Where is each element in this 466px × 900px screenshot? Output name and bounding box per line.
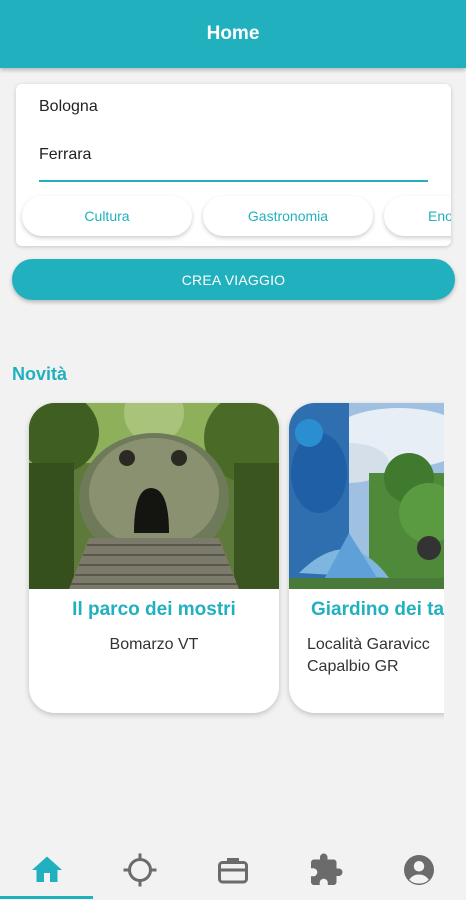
chip-cultura[interactable]: Cultura [22,196,192,236]
origin-field[interactable]: Bologna [39,98,428,122]
destination-value: Ferrara [39,146,92,163]
create-trip-button[interactable]: CREA VIAGGIO [12,259,455,300]
nav-profile[interactable] [372,840,465,900]
nav-home[interactable] [0,840,93,900]
place-location: Bomarzo VT [29,634,279,656]
nav-locate[interactable] [93,840,186,900]
category-chips: Cultura Gastronomia Eno [22,196,451,238]
destination-field[interactable]: Ferrara [39,146,428,182]
place-card[interactable]: Giardino dei ta Località Garavicc Capalb… [289,403,444,713]
place-location-line: Bomarzo VT [109,636,199,653]
place-image [289,403,444,589]
place-location-line: Località Garavicc [307,636,430,653]
search-card: Bologna Ferrara Cultura Gastronomia Eno [16,84,451,246]
briefcase-icon [217,858,248,884]
news-carousel[interactable]: Il parco dei mostri Bomarzo VT Giardino … [0,400,444,720]
nav-trips[interactable] [186,840,279,900]
home-icon [31,856,62,882]
place-location-line: Capalbio GR [307,658,399,675]
page-title: Home [206,23,260,44]
place-image [29,403,279,589]
gps-icon [123,853,156,887]
place-name: Giardino dei ta [311,599,444,620]
app-bar: Home [0,0,466,68]
place-name: Il parco dei mostri [72,599,236,620]
section-title: Novità [12,364,68,384]
place-location: Località Garavicc Capalbio GR [289,634,444,678]
origin-value: Bologna [39,98,98,115]
nav-extras[interactable] [279,840,372,900]
account-icon [403,855,434,885]
chip-label: Eno [428,208,451,224]
puzzle-icon [310,853,342,885]
chip-eno[interactable]: Eno [384,196,451,236]
chip-gastronomia[interactable]: Gastronomia [203,196,373,236]
bottom-navigation [0,840,466,900]
chip-label: Gastronomia [247,208,329,224]
place-card[interactable]: Il parco dei mostri Bomarzo VT [29,403,279,713]
chip-label: Cultura [84,208,130,224]
